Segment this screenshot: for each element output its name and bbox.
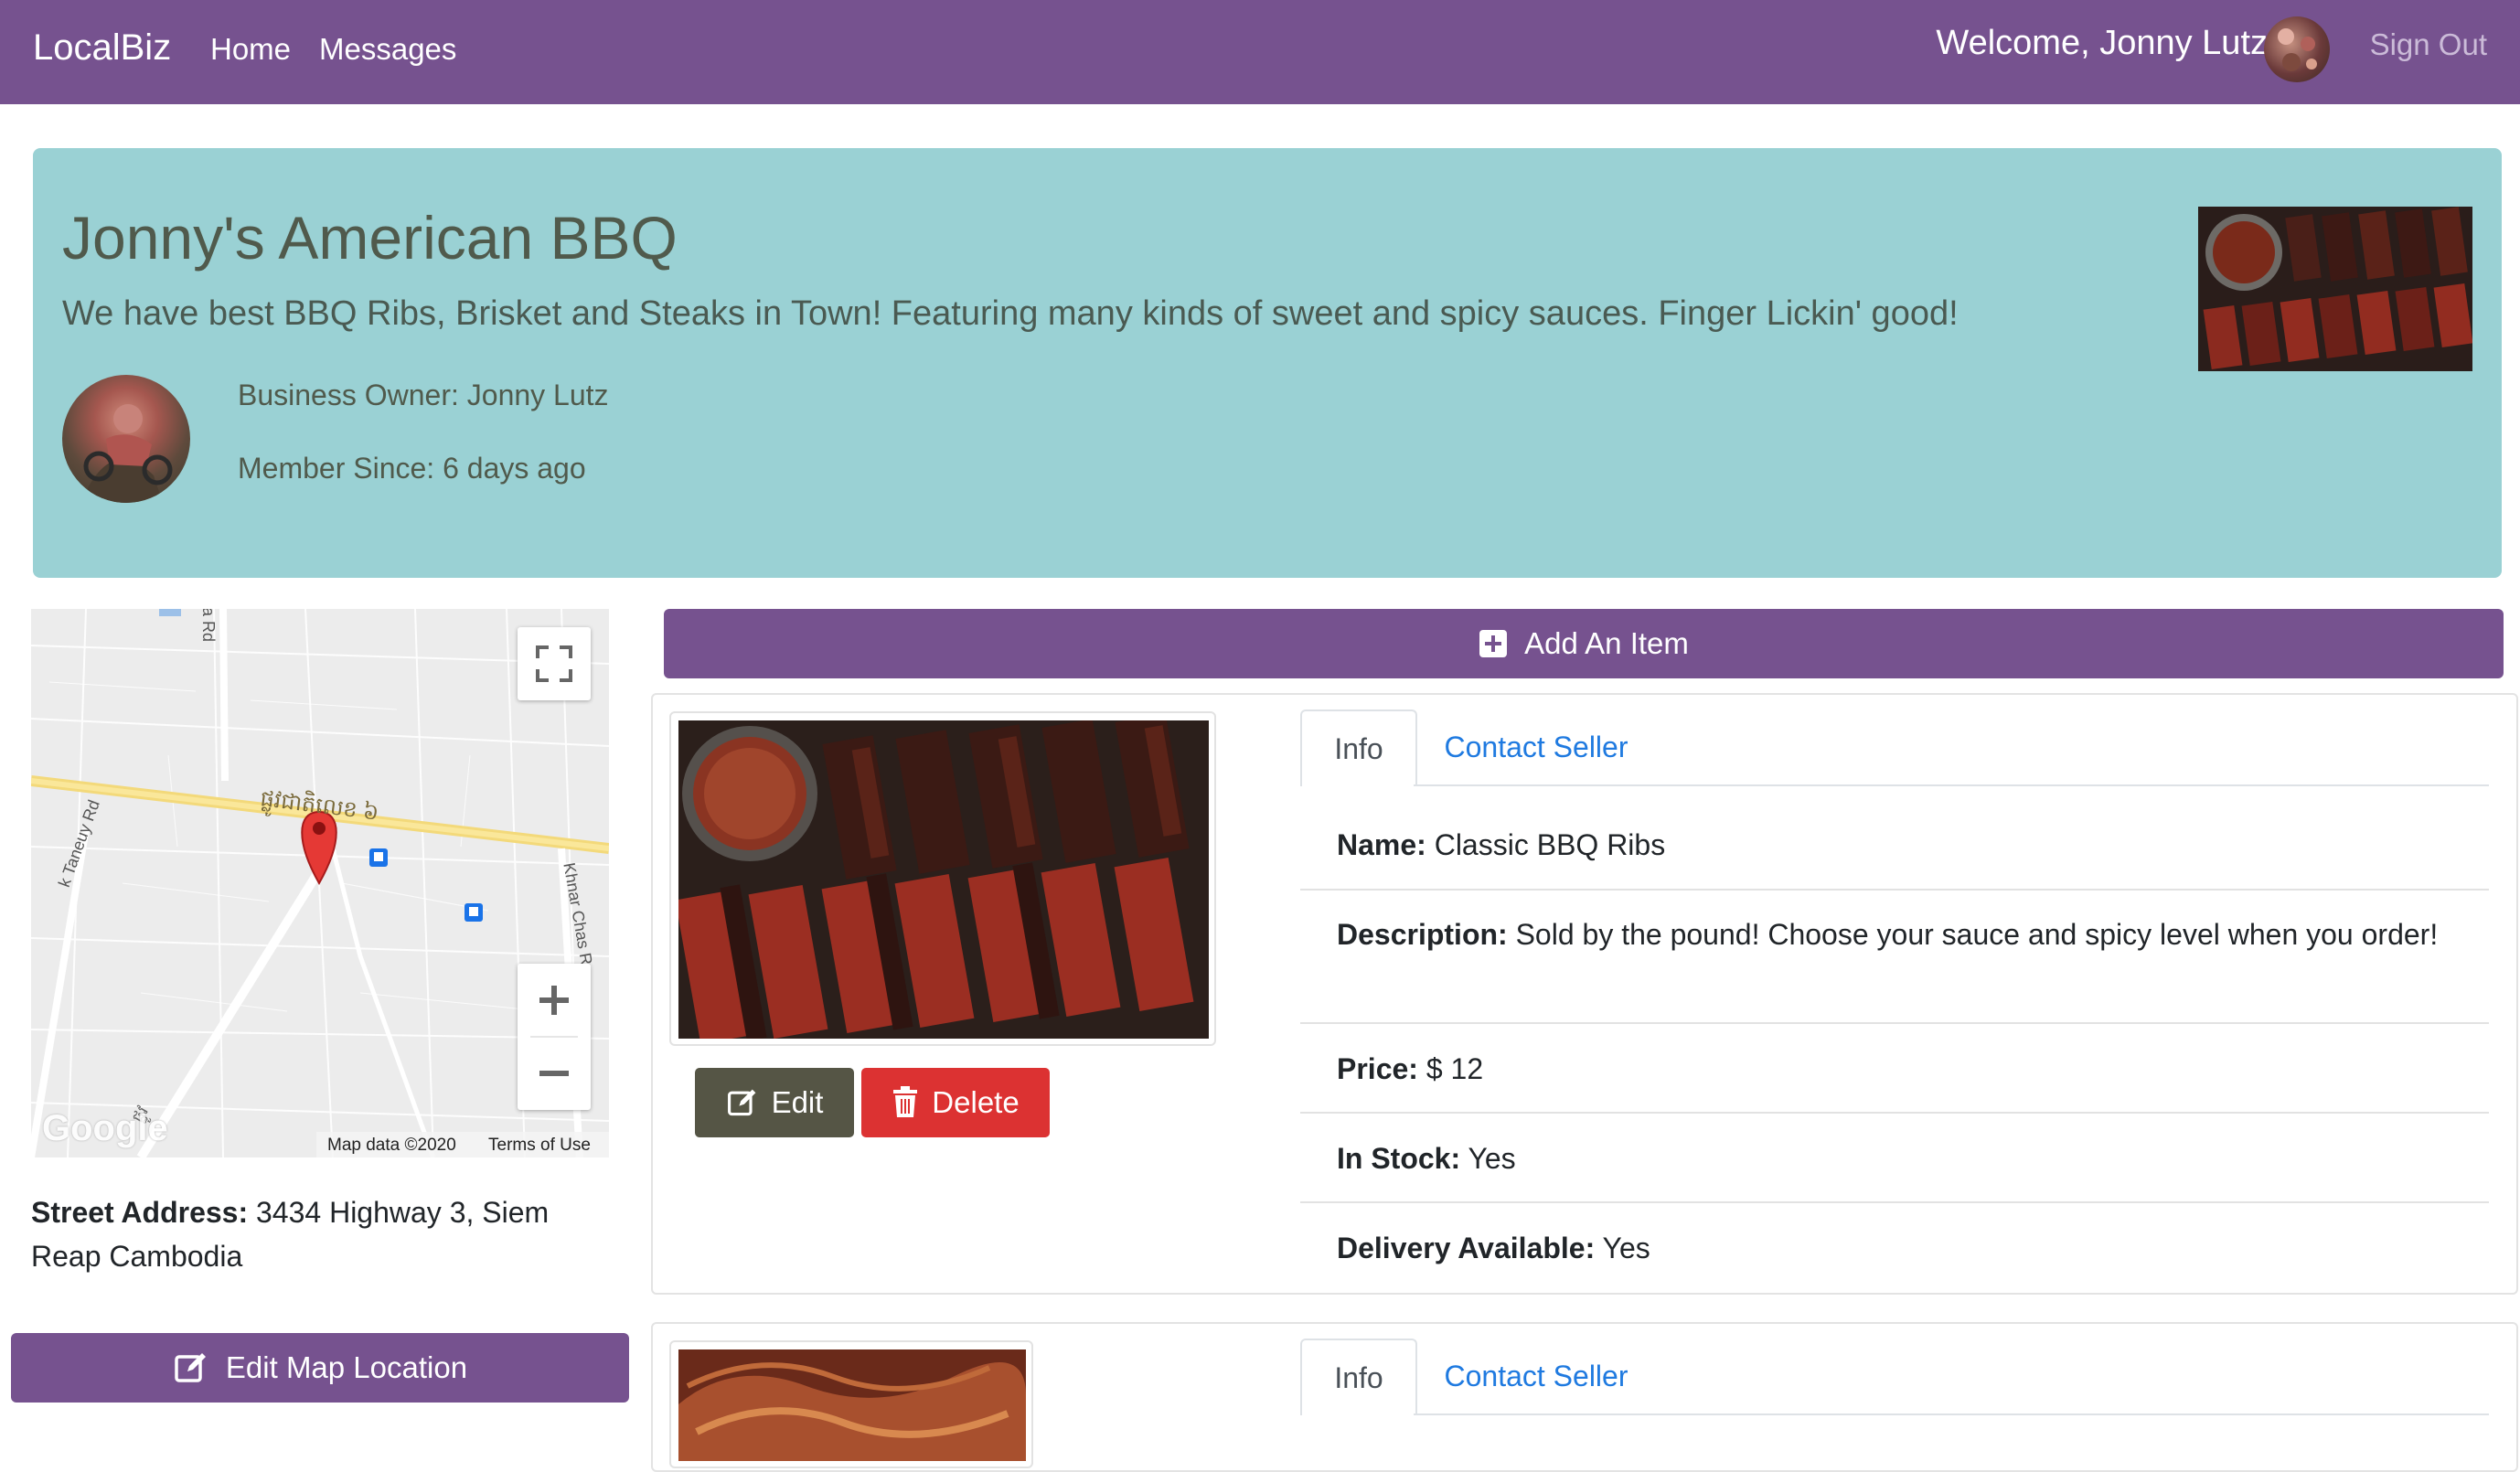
tab-contact-seller[interactable]: Contact Seller [1426, 1339, 1646, 1413]
bus-stop-icon[interactable] [369, 848, 388, 867]
nav-messages-link[interactable]: Messages [319, 32, 456, 67]
zoom-out-icon [539, 1071, 569, 1076]
nav-home-link[interactable]: Home [210, 32, 291, 67]
business-owner: Business Owner: Jonny Lutz [238, 379, 609, 411]
fullscreen-button[interactable] [518, 627, 591, 700]
tab-bar-line [1414, 784, 2489, 786]
user-avatar[interactable] [2264, 16, 2330, 82]
location-map[interactable]: ra Rd ផ្លូវជាតិលេខ ៦ k Taneuy Rd Khnar C… [31, 609, 609, 1157]
row-divider [1300, 889, 2489, 891]
food-photo [678, 1349, 1026, 1461]
zoom-control [518, 964, 591, 1110]
item-description-value: Sold by the pound! Choose your sauce and… [1515, 918, 2439, 951]
map-data-credit: Map data ©2020 [327, 1136, 456, 1155]
item-description-label: Description: [1337, 918, 1508, 951]
owner-photo [80, 404, 173, 503]
welcome-text: Welcome, Jonny Lutz [1936, 24, 2268, 62]
business-name: Jonny's American BBQ [62, 204, 678, 272]
item-description: Description: Sold by the pound! Choose y… [1337, 912, 2471, 956]
ribs-photo [2198, 207, 2472, 371]
trash-icon [893, 1086, 918, 1117]
add-item-label: Add An Item [1524, 626, 1689, 660]
tab-info[interactable]: Info [1300, 1339, 1417, 1415]
edit-item-button[interactable]: Edit [695, 1068, 854, 1137]
google-logo: Google [42, 1108, 168, 1148]
edit-map-location-button[interactable]: Edit Map Location [11, 1333, 629, 1403]
business-description: We have best BBQ Ribs, Brisket and Steak… [62, 294, 1959, 333]
row-divider [1300, 1112, 2489, 1114]
edit-icon [727, 1089, 755, 1116]
zoom-in-icon [539, 986, 569, 1015]
street-address-label: Street Address: [31, 1196, 249, 1229]
item-name-label: Name: [1337, 828, 1426, 861]
item-price-value: $ 12 [1426, 1052, 1484, 1085]
item-in-stock: In Stock: Yes [1337, 1136, 2471, 1180]
item-image [669, 711, 1216, 1046]
map-road-label: ra Rd [199, 609, 218, 643]
fullscreen-icon [536, 645, 572, 682]
tab-bar-line [1414, 1413, 2489, 1415]
item-delivery-value: Yes [1602, 1232, 1650, 1264]
avatar-photo [2278, 28, 2317, 71]
owner-avatar [62, 375, 190, 503]
item-price-label: Price: [1337, 1052, 1418, 1085]
item-name: Name: Classic BBQ Ribs [1337, 823, 2471, 867]
edit-map-location-label: Edit Map Location [225, 1350, 468, 1384]
tab-info[interactable]: Info [1300, 709, 1417, 786]
ribs-photo [675, 713, 1209, 1044]
plus-square-icon [1479, 630, 1508, 657]
add-item-button[interactable]: Add An Item [664, 609, 2504, 678]
sign-out-link[interactable]: Sign Out [2370, 27, 2487, 62]
row-divider [1300, 1201, 2489, 1203]
zoom-in-button[interactable] [518, 964, 591, 1037]
delete-item-button[interactable]: Delete [861, 1068, 1050, 1137]
zoom-out-button[interactable] [518, 1037, 591, 1110]
item-image [669, 1340, 1033, 1468]
map-terms-link[interactable]: Terms of Use [488, 1136, 591, 1156]
street-address: Street Address: 3434 Highway 3, Siem Rea… [31, 1190, 609, 1278]
item-in-stock-label: In Stock: [1337, 1142, 1461, 1175]
item-name-value: Classic BBQ Ribs [1434, 828, 1666, 861]
brand-logo[interactable]: LocalBiz [33, 27, 171, 69]
edit-item-label: Edit [771, 1085, 824, 1119]
bus-stop-icon[interactable] [464, 903, 483, 922]
row-divider [1300, 1022, 2489, 1024]
item-delivery: Delivery Available: Yes [1337, 1226, 2471, 1270]
member-since: Member Since: 6 days ago [238, 452, 586, 485]
item-price: Price: $ 12 [1337, 1047, 2471, 1091]
delete-item-label: Delete [932, 1085, 1020, 1119]
edit-icon [175, 1353, 206, 1382]
business-banner-image [2198, 207, 2472, 371]
item-delivery-label: Delivery Available: [1337, 1232, 1596, 1264]
item-in-stock-value: Yes [1468, 1142, 1516, 1175]
tab-contact-seller[interactable]: Contact Seller [1426, 709, 1646, 784]
